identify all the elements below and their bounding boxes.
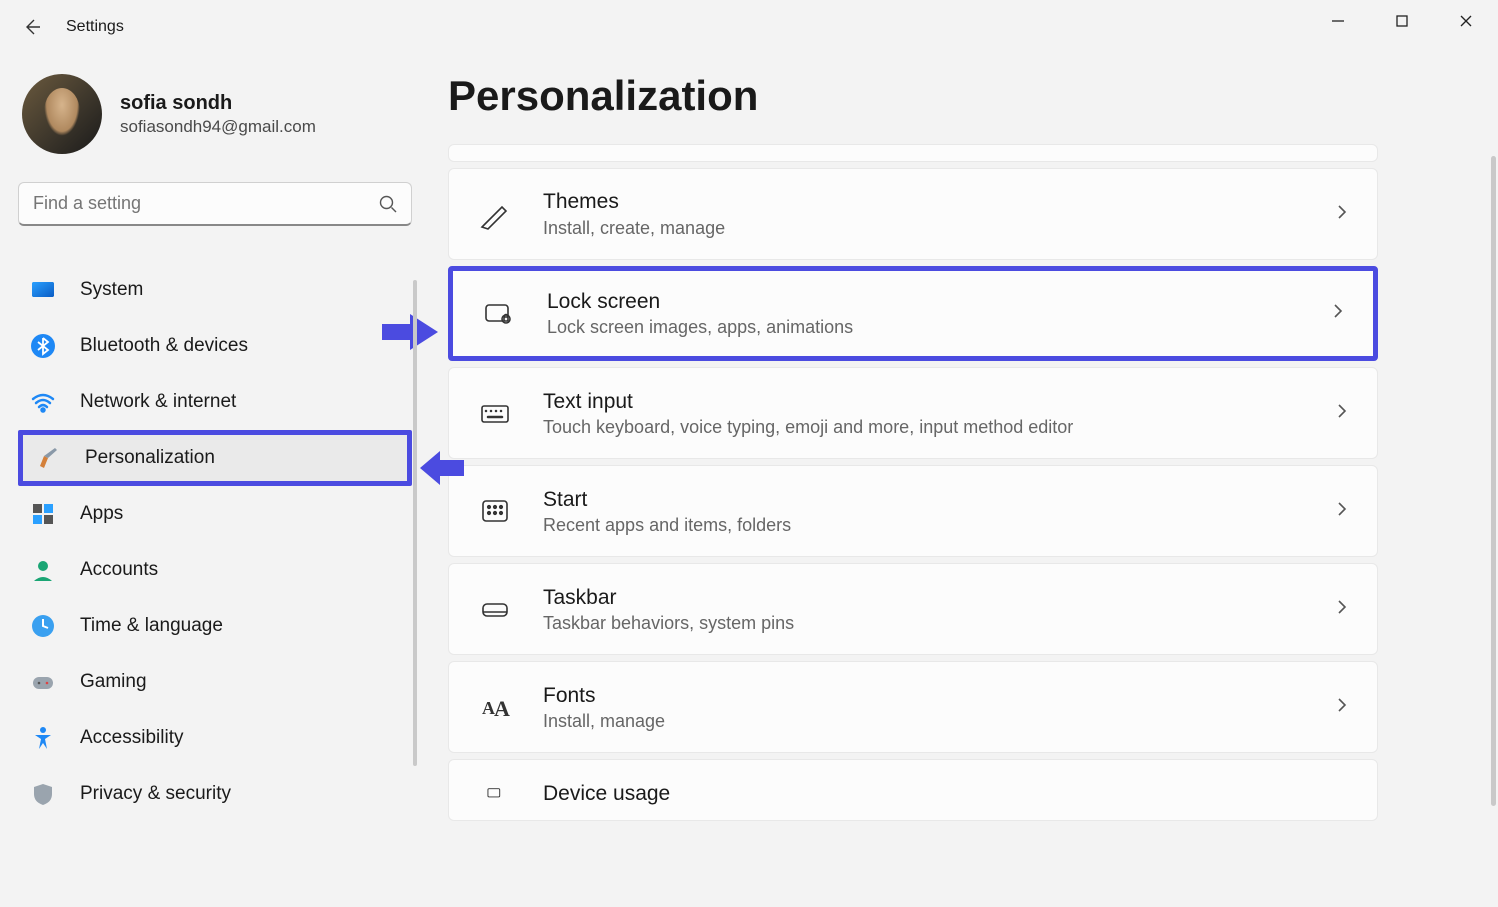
svg-text:A: A (494, 696, 510, 721)
search-icon (378, 194, 398, 219)
sidebar-item-label: Apps (80, 503, 123, 525)
sidebar-item-accounts[interactable]: Accounts (18, 542, 412, 598)
content-area: Personalization Themes Install, create, … (430, 54, 1498, 907)
sidebar-item-label: Personalization (85, 447, 215, 469)
profile-email: sofiasondh94@gmail.com (120, 117, 316, 137)
sidebar-item-time-language[interactable]: Time & language (18, 598, 412, 654)
card-themes[interactable]: Themes Install, create, manage (448, 168, 1378, 260)
card-text-input[interactable]: Text input Touch keyboard, voice typing,… (448, 367, 1378, 459)
sidebar-item-label: Accounts (80, 559, 158, 581)
search-input[interactable] (18, 182, 412, 226)
paintbrush-icon (33, 443, 63, 473)
scrollbar[interactable] (1491, 156, 1496, 806)
chevron-right-icon (1333, 402, 1351, 425)
gamepad-icon (28, 667, 58, 697)
chevron-right-icon (1333, 598, 1351, 621)
close-button[interactable] (1434, 0, 1498, 42)
sidebar-item-label: Privacy & security (80, 783, 231, 805)
sidebar-item-bluetooth[interactable]: Bluetooth & devices (18, 318, 412, 374)
sidebar-nav: System Bluetooth & devices Network & int… (18, 262, 412, 822)
chevron-right-icon (1333, 696, 1351, 719)
lock-screen-icon (479, 294, 519, 334)
device-usage-icon (475, 774, 515, 814)
card-fonts[interactable]: AA Fonts Install, manage (448, 661, 1378, 753)
sidebar-item-privacy[interactable]: Privacy & security (18, 766, 412, 822)
sidebar-item-network[interactable]: Network & internet (18, 374, 412, 430)
card-title: Text input (543, 389, 1333, 415)
card-lock-screen[interactable]: Lock screen Lock screen images, apps, an… (448, 266, 1378, 361)
keyboard-icon (475, 393, 515, 433)
minimize-button[interactable] (1306, 0, 1370, 42)
card-title: Device usage (543, 781, 1351, 807)
card-previous-peek[interactable] (448, 144, 1378, 162)
arrow-left-icon (22, 17, 42, 37)
annotation-arrow-left (418, 448, 466, 493)
accessibility-icon (28, 723, 58, 753)
chevron-right-icon (1333, 203, 1351, 226)
card-title: Start (543, 487, 1333, 513)
system-icon (28, 275, 58, 305)
sidebar-item-label: Time & language (80, 615, 223, 637)
pen-icon (475, 194, 515, 234)
sidebar-item-gaming[interactable]: Gaming (18, 654, 412, 710)
bluetooth-icon (28, 331, 58, 361)
card-sub: Install, create, manage (543, 218, 1333, 239)
start-menu-icon (475, 491, 515, 531)
sidebar-item-label: Gaming (80, 671, 147, 693)
card-device-usage[interactable]: Device usage (448, 759, 1378, 821)
card-start[interactable]: Start Recent apps and items, folders (448, 465, 1378, 557)
app-title: Settings (66, 18, 124, 36)
sidebar-scrollbar[interactable] (413, 280, 417, 766)
wifi-icon (28, 387, 58, 417)
avatar (22, 74, 102, 154)
chevron-right-icon (1333, 500, 1351, 523)
maximize-button[interactable] (1370, 0, 1434, 42)
card-taskbar[interactable]: Taskbar Taskbar behaviors, system pins (448, 563, 1378, 655)
fonts-icon: AA (475, 687, 515, 727)
sidebar-item-label: Accessibility (80, 727, 183, 749)
card-sub: Touch keyboard, voice typing, emoji and … (543, 417, 1333, 438)
chevron-right-icon (1329, 302, 1347, 325)
close-icon (1459, 14, 1473, 28)
sidebar-item-label: Network & internet (80, 391, 236, 413)
sidebar-item-label: Bluetooth & devices (80, 335, 248, 357)
sidebar-item-apps[interactable]: Apps (18, 486, 412, 542)
profile-text: sofia sondh sofiasondh94@gmail.com (120, 92, 316, 137)
card-sub: Taskbar behaviors, system pins (543, 613, 1333, 634)
card-title: Lock screen (547, 289, 1329, 315)
annotation-arrow-right (380, 310, 440, 359)
sidebar-item-accessibility[interactable]: Accessibility (18, 710, 412, 766)
sidebar-item-system[interactable]: System (18, 262, 412, 318)
window-controls (1306, 0, 1498, 42)
card-title: Taskbar (543, 585, 1333, 611)
back-button[interactable] (12, 7, 52, 47)
profile-block[interactable]: sofia sondh sofiasondh94@gmail.com (18, 74, 412, 154)
card-sub: Recent apps and items, folders (543, 515, 1333, 536)
sidebar: sofia sondh sofiasondh94@gmail.com Syste… (0, 54, 430, 907)
clock-globe-icon (28, 611, 58, 641)
page-title: Personalization (448, 72, 1378, 120)
card-title: Themes (543, 189, 1333, 215)
profile-name: sofia sondh (120, 92, 316, 115)
sidebar-item-personalization[interactable]: Personalization (18, 430, 412, 486)
search-wrap (18, 182, 412, 226)
card-sub: Lock screen images, apps, animations (547, 317, 1329, 338)
titlebar: Settings (0, 0, 1498, 54)
minimize-icon (1331, 14, 1345, 28)
card-title: Fonts (543, 683, 1333, 709)
card-sub: Install, manage (543, 711, 1333, 732)
shield-icon (28, 779, 58, 809)
apps-icon (28, 499, 58, 529)
taskbar-icon (475, 589, 515, 629)
maximize-icon (1395, 14, 1409, 28)
sidebar-item-label: System (80, 279, 143, 301)
person-icon (28, 555, 58, 585)
